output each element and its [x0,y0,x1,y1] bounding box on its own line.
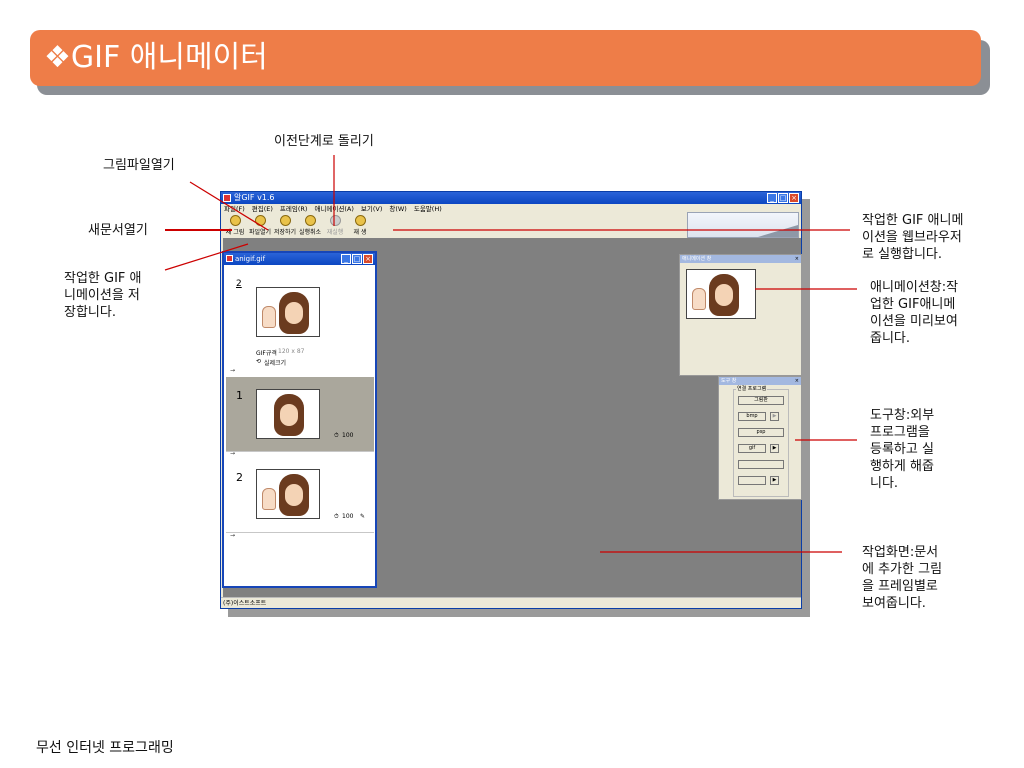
slide-footer: 무선 인터넷 프로그래밍 [36,740,174,756]
line-save [164,243,249,271]
callout-lines [164,155,857,553]
slide: ❖GIF 애니메이터 그림파일열기 이전단계로 돌리기 새문서열기 작업한 GI… [0,0,1024,768]
line-open-image [189,181,269,231]
